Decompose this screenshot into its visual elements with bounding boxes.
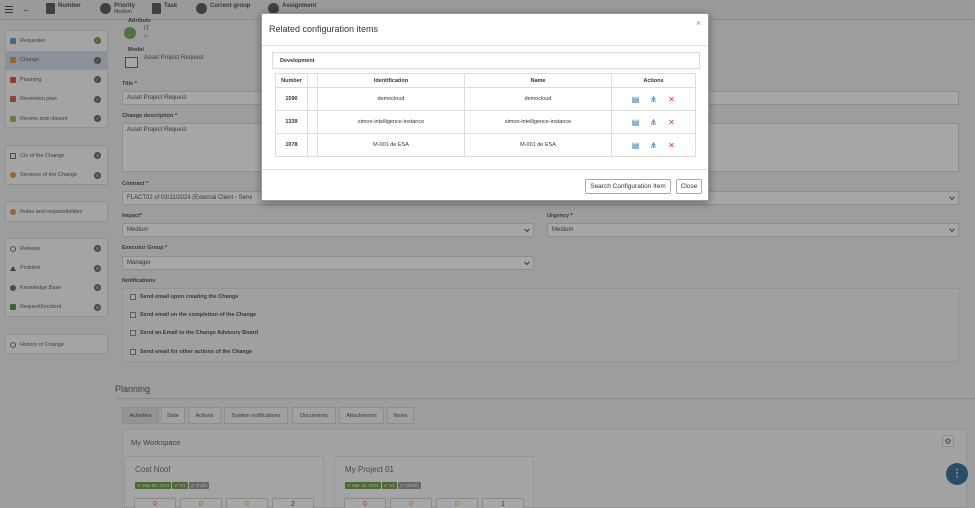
column-header: Number xyxy=(275,73,308,88)
divider xyxy=(262,169,708,170)
ci-table: Number Identification Name Actions 1590 … xyxy=(275,73,696,157)
relations-icon[interactable]: ⋔ xyxy=(649,118,659,127)
table-row: 1339 simon-intelligence-instance simon-i… xyxy=(275,110,696,134)
ci-name: simon-intelligence-instance xyxy=(464,110,612,134)
close-icon[interactable]: × xyxy=(696,18,701,28)
row-actions: ▤ ⋔ ✕ xyxy=(611,87,696,111)
relations-icon[interactable]: ⋔ xyxy=(649,141,659,150)
view-icon[interactable]: ▤ xyxy=(631,95,641,104)
column-header: Actions xyxy=(611,73,696,88)
ci-name: M-001 de ESA xyxy=(464,133,612,157)
column-header xyxy=(307,73,318,88)
table-row: 1590 democloud democloud ▤ ⋔ ✕ xyxy=(275,87,696,111)
ci-number: 1590 xyxy=(275,87,308,111)
close-button[interactable]: Close xyxy=(676,179,702,194)
section-header: Development xyxy=(272,52,700,69)
column-header: Identification xyxy=(317,73,465,88)
view-icon[interactable]: ▤ xyxy=(631,141,641,150)
search-ci-button[interactable]: Search Configuration Item xyxy=(585,179,671,194)
ci-number: 1078 xyxy=(275,133,308,157)
ci-name: democloud xyxy=(464,87,612,111)
delete-icon[interactable]: ✕ xyxy=(667,141,677,150)
row-actions: ▤ ⋔ ✕ xyxy=(611,110,696,134)
table-row: 1078 M-001 de ESA M-001 de ESA ▤ ⋔ ✕ xyxy=(275,133,696,157)
relations-icon[interactable]: ⋔ xyxy=(649,95,659,104)
divider xyxy=(262,45,708,46)
related-ci-modal: Related configuration items × Developmen… xyxy=(261,13,709,201)
ci-identification: M-001 de ESA xyxy=(317,133,465,157)
delete-icon[interactable]: ✕ xyxy=(667,95,677,104)
ci-identification: democloud xyxy=(317,87,465,111)
row-actions: ▤ ⋔ ✕ xyxy=(611,133,696,157)
modal-title: Related configuration items xyxy=(269,24,379,34)
column-header: Name xyxy=(464,73,612,88)
ci-identification: simon-intelligence-instance xyxy=(317,110,465,134)
view-icon[interactable]: ▤ xyxy=(631,118,641,127)
ci-number: 1339 xyxy=(275,110,308,134)
delete-icon[interactable]: ✕ xyxy=(667,118,677,127)
